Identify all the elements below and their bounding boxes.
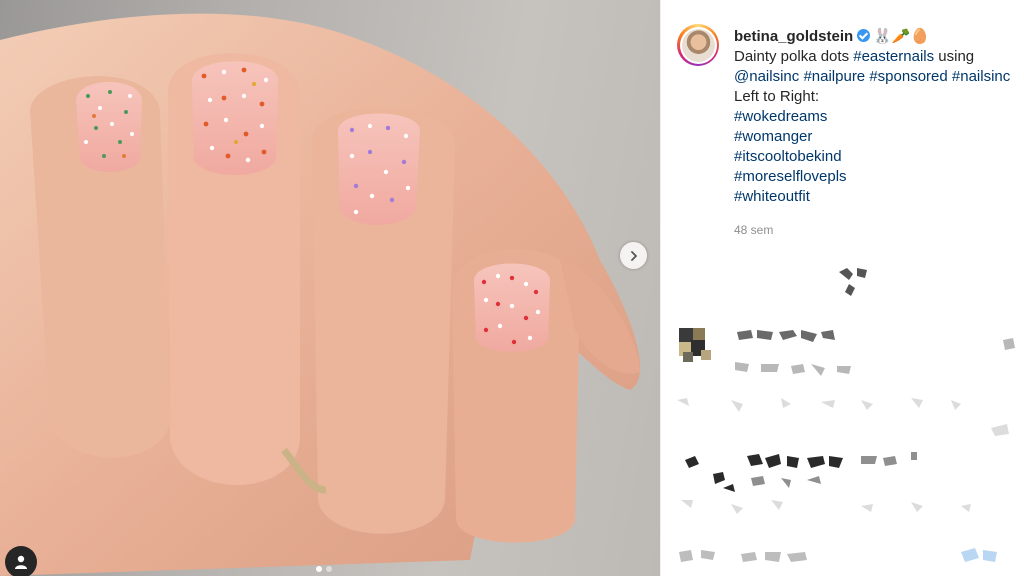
carousel-dot-2 [326, 566, 332, 572]
hashtag-link[interactable]: #whiteoutfit [734, 187, 1019, 207]
post-caption: betina_goldstein 🐰🥕🥚 Dainty polka dots #e… [734, 27, 1019, 207]
user-icon [15, 555, 27, 569]
hashtag-link[interactable]: #wokedreams [734, 107, 1019, 127]
avatar[interactable] [677, 24, 719, 66]
hashtag-link[interactable]: #easternails [853, 48, 934, 65]
mention-link[interactable]: @nailsinc [734, 68, 799, 85]
avatar-image [681, 28, 715, 62]
user-tags-button[interactable] [5, 546, 37, 576]
carousel-next-button[interactable] [620, 242, 647, 269]
carousel-dot-1 [316, 566, 322, 572]
hashtag-link[interactable]: #womanger [734, 127, 1019, 147]
username-link[interactable]: betina_goldstein [734, 28, 853, 45]
hashtag-link[interactable]: #itscooltobekind [734, 147, 1019, 167]
hashtag-link[interactable]: #nailsinc [952, 68, 1010, 85]
post-timestamp: 48 sem [734, 223, 774, 237]
redacted-fragment [839, 268, 867, 296]
caption-text: using [934, 48, 975, 65]
redacted-avatar [679, 328, 711, 362]
hashtag-link[interactable]: #sponsored [869, 68, 947, 85]
post-media[interactable] [0, 0, 660, 576]
post-side-panel: betina_goldstein 🐰🥕🥚 Dainty polka dots #e… [660, 0, 1024, 576]
hashtag-link[interactable]: #moreselflovepls [734, 167, 1019, 187]
nail-photo [0, 13, 640, 576]
username-emoji: 🐰🥕🥚 [873, 28, 930, 45]
hashtag-link[interactable]: #nailpure [803, 68, 865, 85]
caption-text: Left to Right: [734, 88, 820, 105]
verified-badge-icon [857, 29, 871, 42]
redacted-comments [677, 268, 1015, 562]
carousel-indicator [316, 566, 332, 572]
caption-text: Dainty polka dots [734, 48, 854, 65]
chevron-right-icon [630, 250, 637, 261]
